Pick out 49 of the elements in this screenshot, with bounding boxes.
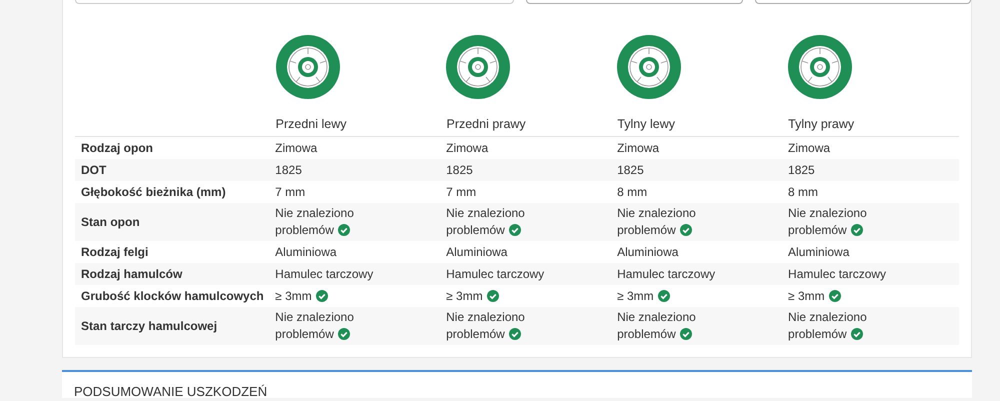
column-header: Tylny prawy: [788, 116, 854, 132]
table-cell: Hamulec tarczowy: [788, 266, 886, 280]
table-cell: 1825: [275, 162, 302, 176]
table-cell: Aluminiowa: [275, 244, 337, 258]
table-cell: Nie znaleziono problemów: [446, 310, 525, 341]
table-cell: Nie znaleziono problemów: [617, 310, 696, 341]
row-label: Głębokość bieżnika (mm): [80, 184, 227, 201]
table-cell: Zimowa: [788, 140, 830, 154]
table-cell: 7 mm: [446, 184, 476, 198]
table-cell: Aluminiowa: [788, 244, 850, 258]
wheel-icon: [276, 35, 340, 99]
row-label: Grubość klocków hamulcowych: [80, 288, 265, 305]
row-label: Rodzaj opon: [80, 140, 154, 157]
table-cell: 7 mm: [275, 184, 306, 198]
table-cell: Nie znaleziono problemów: [275, 310, 354, 341]
wheel-icon: [788, 35, 852, 99]
table-cell: 8 mm: [788, 184, 818, 198]
table-cell: Nie znaleziono problemów: [788, 310, 867, 341]
table-cell: Aluminiowa: [617, 244, 678, 258]
table-cell: Hamulec tarczowy: [446, 266, 544, 280]
table-cell: Aluminiowa: [446, 244, 508, 258]
column-header: Tylny lewy: [617, 116, 675, 132]
table-cell: 1825: [788, 162, 815, 176]
table-cell: ≥ 3mm: [275, 288, 312, 302]
table-cell: ≥ 3mm: [617, 288, 654, 302]
table-cell: 1825: [617, 162, 644, 176]
table-cell: Nie znaleziono problemów: [617, 206, 696, 237]
column-header: Przedni prawy: [446, 116, 526, 132]
table-cell: Hamulec tarczowy: [617, 266, 716, 280]
wheel-icon: [446, 35, 510, 99]
row-label: Rodzaj felgi: [80, 244, 150, 261]
table-cell: Nie znaleziono problemów: [788, 206, 867, 237]
table-cell: Hamulec tarczowy: [275, 266, 374, 280]
row-label: DOT: [80, 162, 108, 179]
row-label: Rodzaj hamulców: [80, 266, 184, 283]
table-cell: Nie znaleziono problemów: [446, 206, 525, 237]
table-cell: ≥ 3mm: [788, 288, 825, 302]
table-cell: Zimowa: [275, 140, 318, 154]
column-header: Przedni lewy: [276, 116, 347, 132]
wheel-icon: [617, 35, 682, 99]
table-cell: Nie znaleziono problemów: [275, 206, 354, 237]
section-title: PODSUMOWANIE USZKODZEŃ: [74, 384, 268, 399]
table-cell: Zimowa: [617, 140, 660, 154]
table-cell: 1825: [446, 162, 473, 176]
table-cell: 8 mm: [617, 184, 648, 198]
row-label: Stan tarczy hamulcowej: [80, 318, 218, 335]
table-cell: Zimowa: [446, 140, 488, 154]
table-cell: ≥ 3mm: [446, 288, 483, 302]
row-label: Stan opon: [80, 214, 141, 231]
